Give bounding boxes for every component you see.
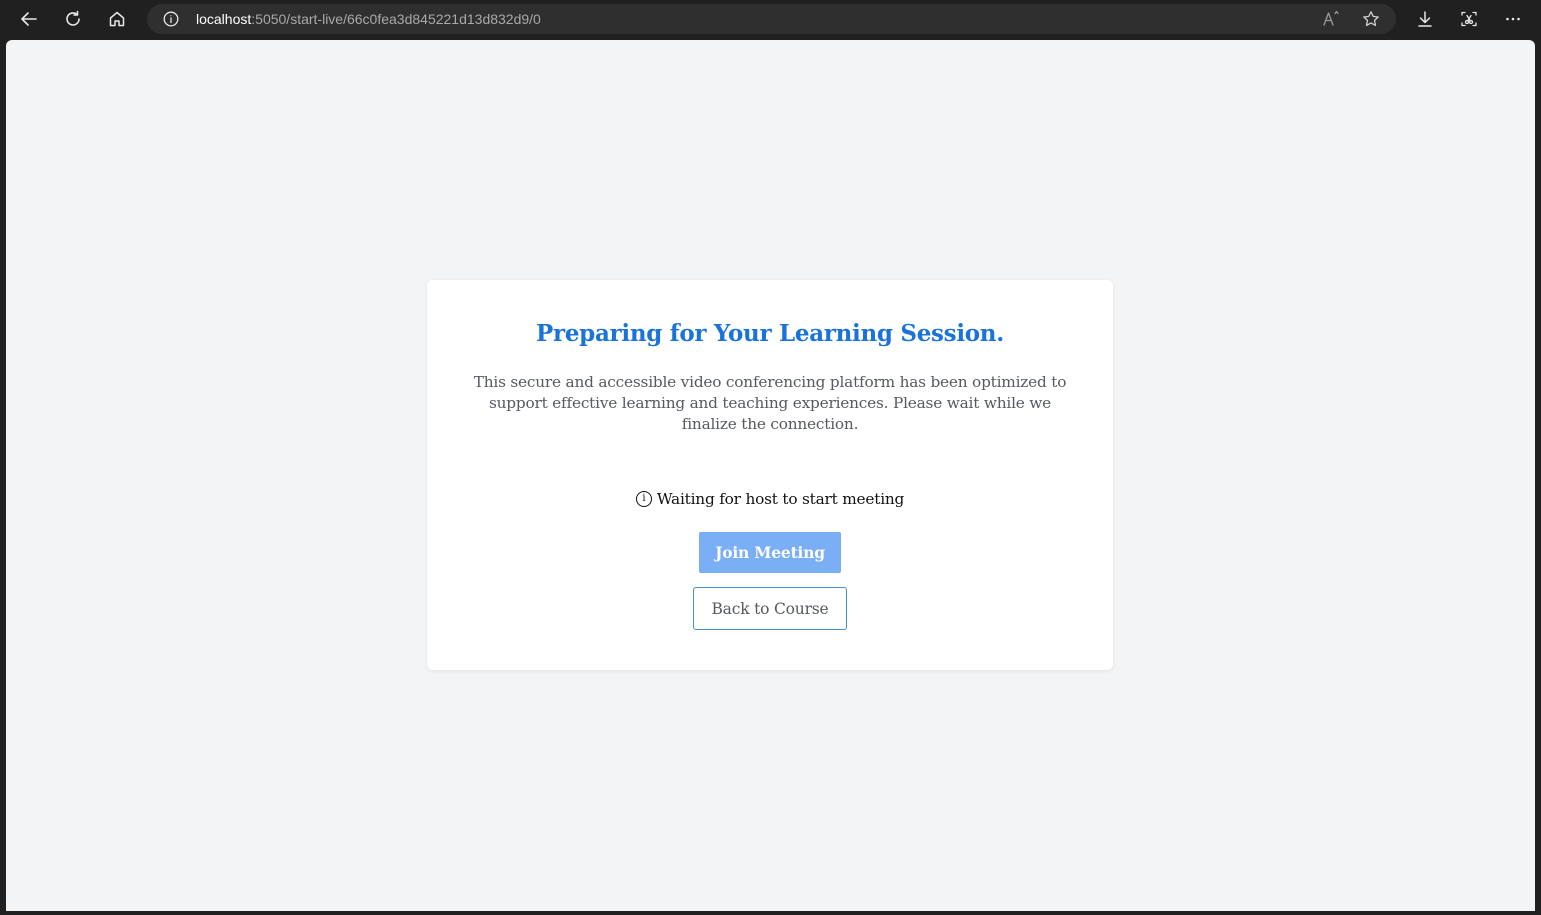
info-circle-icon[interactable] — [163, 11, 179, 27]
download-icon — [1418, 11, 1432, 27]
url-path: :5050/start-live/66c0fea3d845221d13d832d… — [251, 11, 541, 27]
favorite-button[interactable] — [1361, 9, 1381, 29]
meeting-status: i Waiting for host to start meeting — [427, 490, 1113, 508]
downloads-button[interactable] — [1410, 4, 1440, 34]
back-to-course-button[interactable]: Back to Course — [693, 587, 847, 630]
refresh-button[interactable] — [58, 4, 88, 34]
url-text[interactable]: localhost:5050/start-live/66c0fea3d84522… — [196, 10, 541, 28]
browser-toolbar: localhost:5050/start-live/66c0fea3d84522… — [0, 0, 1541, 39]
arrow-left-icon — [21, 12, 37, 26]
read-aloud-icon — [1323, 10, 1339, 26]
back-button[interactable] — [14, 4, 44, 34]
page-title: Preparing for Your Learning Session. — [536, 320, 1004, 347]
url-host: localhost — [196, 11, 252, 27]
star-icon — [1363, 11, 1379, 27]
home-icon — [109, 11, 125, 27]
address-bar[interactable]: localhost:5050/start-live/66c0fea3d84522… — [147, 4, 1396, 34]
home-button[interactable] — [102, 4, 132, 34]
info-icon: i — [635, 491, 652, 507]
screenshot-button[interactable] — [1454, 4, 1484, 34]
screenshot-icon — [1461, 11, 1477, 27]
read-aloud-button[interactable] — [1321, 9, 1341, 29]
join-meeting-button[interactable]: Join Meeting — [699, 532, 841, 573]
more-button[interactable] — [1498, 4, 1528, 34]
session-description: This secure and accessible video confere… — [473, 373, 1067, 433]
status-text: Waiting for host to start meeting — [656, 490, 905, 508]
more-dots-icon — [1506, 17, 1520, 21]
refresh-icon — [66, 10, 80, 26]
page-viewport: Preparing for Your Learning Session. Thi… — [6, 40, 1535, 911]
session-card: Preparing for Your Learning Session. Thi… — [427, 280, 1113, 670]
